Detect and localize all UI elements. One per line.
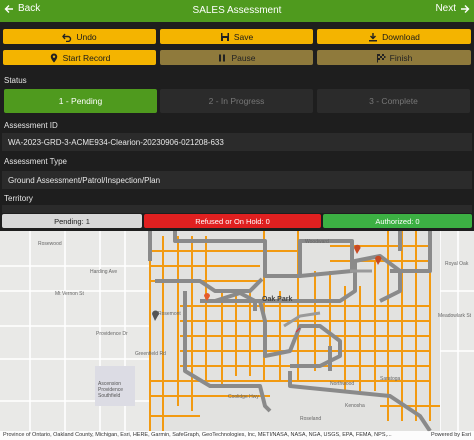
checkered-flag-icon — [376, 53, 386, 62]
download-button[interactable]: Download — [317, 29, 471, 44]
street-label: Woodward — [305, 239, 329, 245]
street-label: Mt Vernon St — [55, 291, 84, 297]
assessment-type-field[interactable]: Ground Assessment/Patrol/Inspection/Plan — [2, 171, 472, 189]
location-pin-icon — [50, 53, 57, 62]
download-icon — [369, 32, 378, 41]
tab-pending[interactable]: 1 - Pending — [4, 89, 157, 113]
pause-button[interactable]: Pause — [160, 50, 313, 65]
street-label: Harding Ave — [90, 269, 118, 275]
header-bar: Back SALES Assessment Next — [0, 0, 474, 22]
pause-label: Pause — [231, 52, 256, 63]
tab-in-progress[interactable]: 2 - In Progress — [160, 89, 313, 113]
street-label: Roseland — [300, 416, 322, 422]
attribution-text: Province of Ontario, Oakland County, Mic… — [3, 432, 392, 438]
street-label: Saratoga — [380, 376, 401, 382]
finish-label: Finish — [389, 52, 413, 63]
street-label: Greenfield Rd — [135, 351, 166, 357]
start-record-label: Start Record — [62, 52, 111, 63]
street-label: Meadowlark St — [438, 313, 472, 319]
street-label: Royal Oak — [445, 261, 469, 267]
assessment-id-field[interactable]: WA-2023-GRD-3-ACME934-Clearion-20230906-… — [2, 133, 472, 151]
place-label: Ascension Providence Southfield — [98, 381, 124, 399]
territory-heading: Territory — [4, 194, 33, 203]
page-title: SALES Assessment — [192, 5, 282, 16]
powered-by-esri[interactable]: Powered by Esri — [431, 431, 471, 440]
refused-count-badge: Refused or On Hold: 0 — [144, 214, 321, 228]
street-label: Northwood — [330, 381, 355, 387]
assessment-id-heading: Assessment ID — [4, 121, 58, 130]
city-label: Oak Park — [262, 296, 293, 303]
territory-field[interactable] — [2, 205, 472, 213]
street-label: Providence Dr — [96, 331, 128, 337]
street-label: Kenosha — [345, 403, 365, 409]
download-label: Download — [382, 31, 420, 42]
save-icon — [220, 32, 229, 41]
app-root: Back SALES Assessment Next Undo Save Dow… — [0, 0, 474, 440]
map-attribution: Province of Ontario, Oakland County, Mic… — [0, 431, 474, 440]
finish-button[interactable]: Finish — [317, 50, 471, 65]
start-record-button[interactable]: Start Record — [3, 50, 156, 65]
status-heading: Status — [4, 76, 27, 85]
street-label: Coolidge Hwy — [228, 394, 259, 400]
street-label: Rosemont — [158, 311, 181, 317]
pause-icon — [219, 54, 226, 61]
map-canvas[interactable] — [0, 231, 474, 440]
undo-button[interactable]: Undo — [3, 29, 156, 44]
map-view[interactable]: Rosewood Mt Vernon St Harding Ave Provid… — [0, 231, 474, 440]
forward-arrow-icon — [461, 4, 470, 13]
undo-icon — [62, 33, 72, 42]
tab-complete[interactable]: 3 - Complete — [317, 89, 470, 113]
authorized-count-badge: Authorized: 0 — [323, 214, 472, 228]
undo-label: Undo — [76, 31, 97, 42]
next-button[interactable]: Next — [435, 3, 470, 14]
street-label: Rosewood — [38, 241, 62, 247]
next-label: Next — [435, 3, 456, 14]
pending-count-badge: Pending: 1 — [2, 214, 142, 228]
save-label: Save — [233, 31, 254, 42]
save-button[interactable]: Save — [160, 29, 313, 44]
assessment-type-heading: Assessment Type — [4, 157, 67, 166]
